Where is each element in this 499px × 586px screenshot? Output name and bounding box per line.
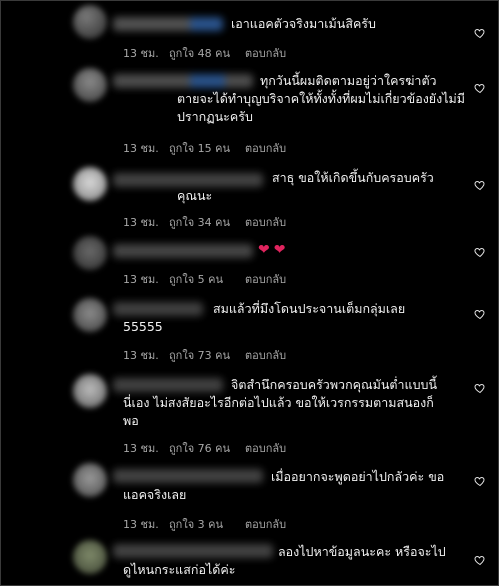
reply-button[interactable]: ตอบกลับ [245,346,286,364]
emoji-text: ❤ ❤ [258,242,285,258]
reply-button[interactable]: ตอบกลับ [245,213,286,231]
avatar[interactable] [73,236,107,270]
avatar[interactable] [73,374,107,408]
avatar[interactable] [73,167,107,201]
heart-outline-icon[interactable] [474,554,486,566]
comment-item: ❤ ❤ 13 ชม. ถูกใจ 5 คน ตอบกลับ [1,236,498,296]
comment-item: จิตสำนึกครอบครัวพวกคุณมันต่ำแบบนี้ นี่เอ… [1,366,498,461]
comment-item: ลองไปหาข้อมูลนะคะ หรือจะไป ดูไหนกระแสก่อ… [1,536,498,585]
comment-likes[interactable]: ถูกใจ 3 คน [169,515,245,533]
reply-button[interactable]: ตอบกลับ [245,270,286,288]
comment-likes[interactable]: ถูกใจ 15 คน [169,139,245,157]
avatar[interactable] [73,5,107,39]
comment-text: สาธุ ขอให้เกิดขึ้นกับครอบครัว คุณนะ [177,170,434,203]
comment-item: สาธุ ขอให้เกิดขึ้นกับครอบครัว คุณนะ 13 ช… [1,161,498,236]
heart-outline-icon[interactable] [474,82,486,94]
comment-meta: 13 ชม. ถูกใจ 73 คน ตอบกลับ [123,346,286,364]
comment-likes[interactable]: ถูกใจ 48 คน [169,44,245,62]
avatar[interactable] [73,298,107,332]
comment-likes[interactable]: ถูกใจ 5 คน [169,270,245,288]
reply-button[interactable]: ตอบกลับ [245,44,286,62]
comment-time: 13 ชม. [123,442,159,455]
comment-meta: 13 ชม. ถูกใจ 34 คน ตอบกลับ [123,213,286,231]
comment-text: ทุกวันนี้ผมติดตามอยู่ว่าใครฆ่าตัว ตายจะไ… [177,73,465,124]
comment-time: 13 ชม. [123,273,159,286]
comment-time: 13 ชม. [123,518,159,531]
comment-time: 13 ชม. [123,142,159,155]
reply-button[interactable]: ตอบกลับ [245,439,286,457]
comment-text: เอาแอคตัวจริงมาเม้นสิครับ [231,16,376,31]
comment-text: เมื่ออยากจะพูดอย่าไปกลัวค่ะ ขอ แอคจริงเล… [123,469,445,502]
heart-outline-icon[interactable] [474,475,486,487]
username-blurred[interactable] [113,244,253,258]
comment-meta: 13 ชม. ถูกใจ 76 คน ตอบกลับ [123,439,286,457]
username-blurred[interactable] [113,17,223,31]
reply-button[interactable]: ตอบกลับ [245,139,286,157]
comment-time: 13 ชม. [123,216,159,229]
comment-text: ลองไปหาข้อมูลนะคะ หรือจะไป ดูไหนกระแสก่อ… [123,544,446,577]
reply-button[interactable]: ตอบกลับ [245,515,286,533]
heart-outline-icon[interactable] [474,27,486,39]
comment-time: 13 ชม. [123,349,159,362]
avatar[interactable] [73,540,107,574]
red-heart-emoji: ❤ [273,242,286,258]
comments-panel: เอาแอคตัวจริงมาเม้นสิครับ 13 ชม. ถูกใจ 4… [0,0,499,586]
heart-outline-icon[interactable] [474,382,486,394]
red-heart-emoji: ❤ [258,242,270,258]
avatar[interactable] [73,68,107,102]
comment-text: สมแล้วที่มึงโดนประจานเต็มกลุ่มเลย 55555 [123,301,406,334]
comment-meta: 13 ชม. ถูกใจ 3 คน ตอบกลับ [123,515,286,533]
comment-meta: 13 ชม. ถูกใจ 48 คน ตอบกลับ [123,44,286,62]
comment-meta: 13 ชม. ถูกใจ 5 คน ตอบกลับ [123,270,286,288]
comment-meta: 13 ชม. ถูกใจ 15 คน ตอบกลับ [123,139,286,157]
heart-outline-icon[interactable] [474,308,486,320]
comment-item: ทุกวันนี้ผมติดตามอยู่ว่าใครฆ่าตัว ตายจะไ… [1,66,498,161]
comment-item: สมแล้วที่มึงโดนประจานเต็มกลุ่มเลย 55555 … [1,296,498,366]
comment-time: 13 ชม. [123,47,159,60]
comment-likes[interactable]: ถูกใจ 76 คน [169,439,245,457]
comment-likes[interactable]: ถูกใจ 73 คน [169,346,245,364]
heart-outline-icon[interactable] [474,246,486,258]
comment-item: เอาแอคตัวจริงมาเม้นสิครับ 13 ชม. ถูกใจ 4… [1,1,498,66]
comment-item: เมื่ออยากจะพูดอย่าไปกลัวค่ะ ขอ แอคจริงเล… [1,461,498,536]
avatar[interactable] [73,463,107,497]
comment-likes[interactable]: ถูกใจ 34 คน [169,213,245,231]
heart-outline-icon[interactable] [474,179,486,191]
comment-text: จิตสำนึกครอบครัวพวกคุณมันต่ำแบบนี้ นี่เอ… [123,377,437,428]
